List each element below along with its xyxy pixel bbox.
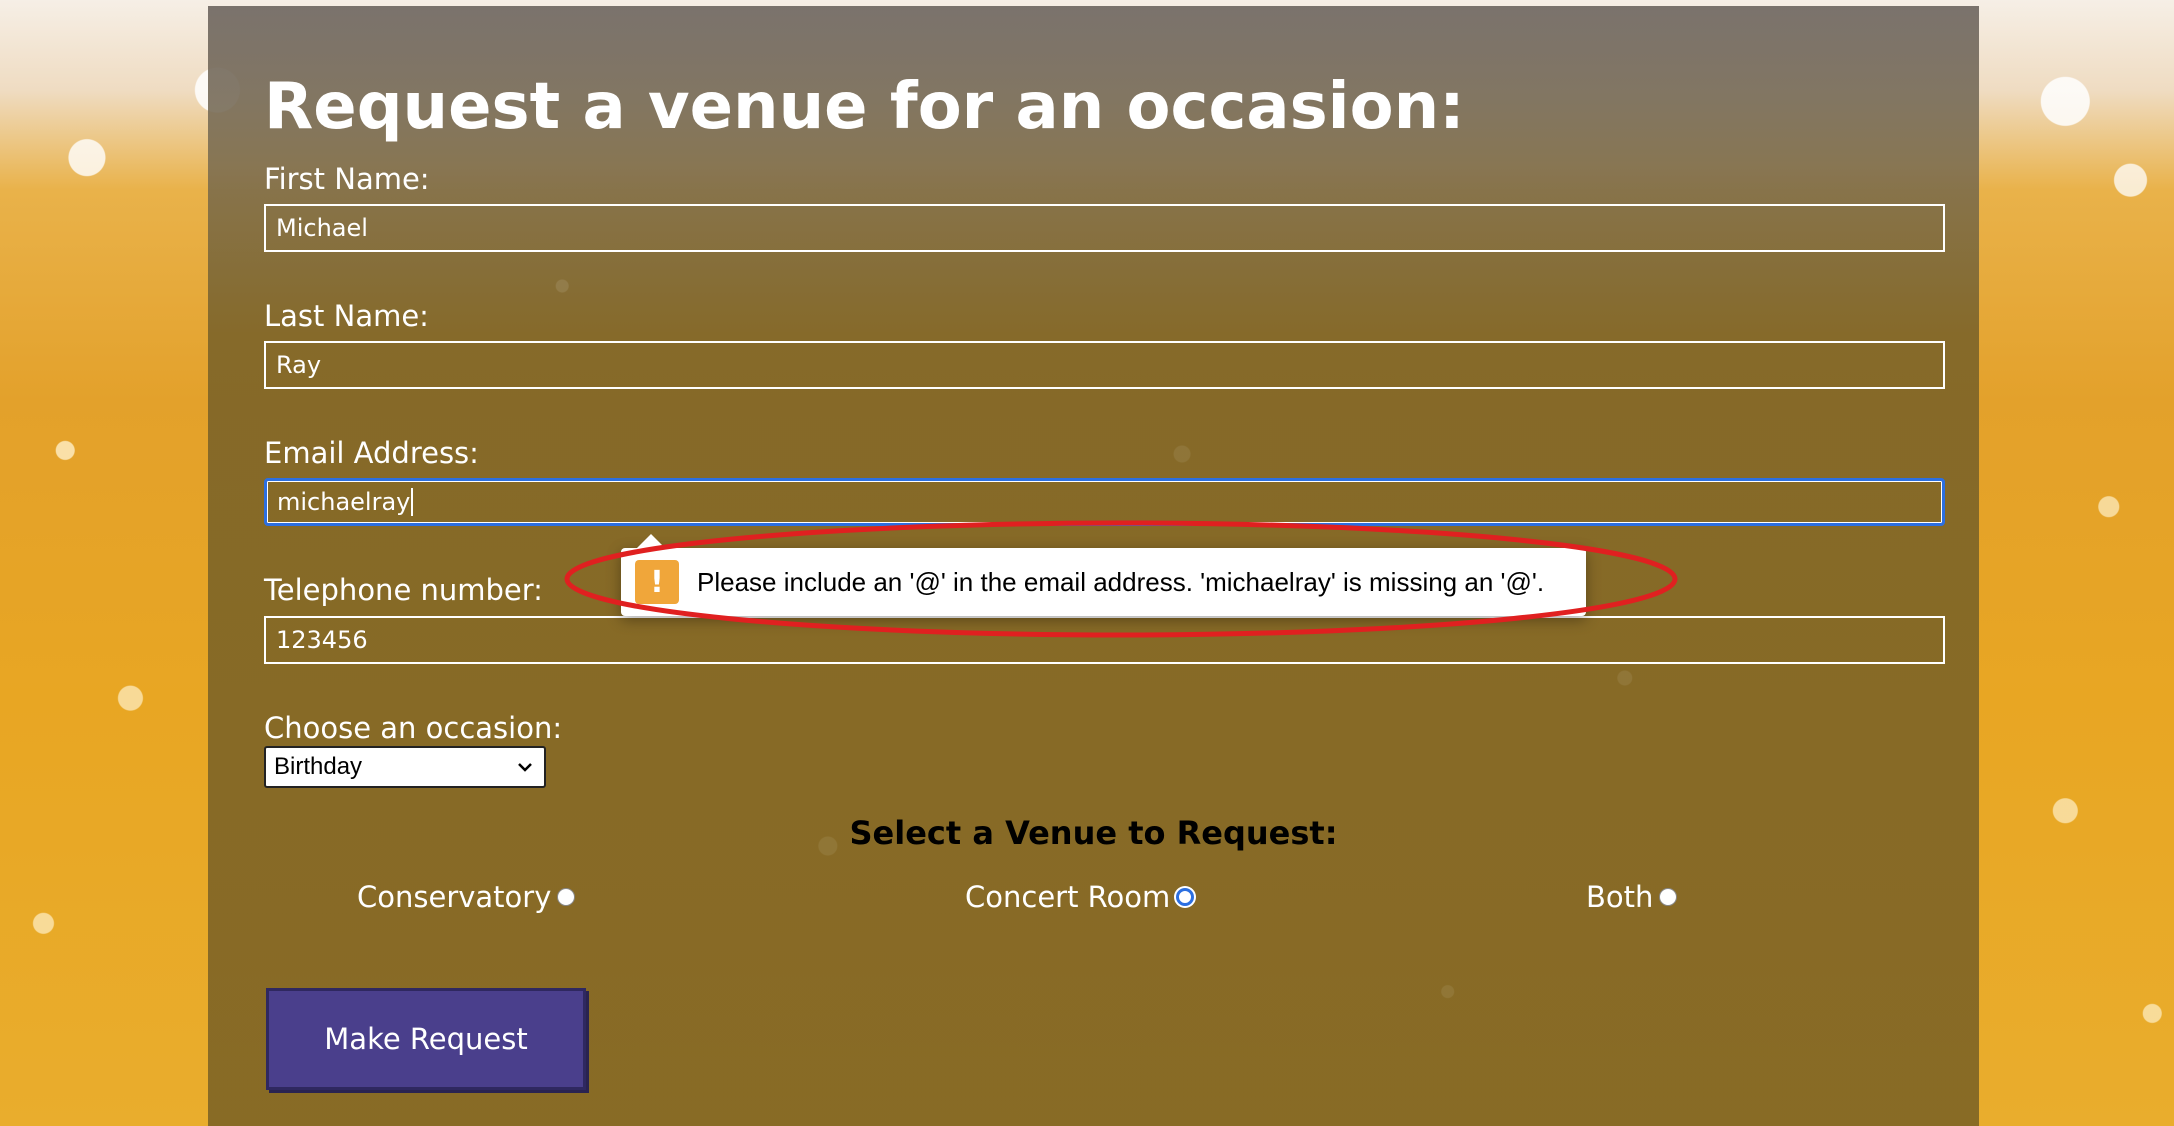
venue-option-concert-room[interactable]: Concert Room — [965, 880, 1195, 914]
tooltip-arrow — [637, 534, 665, 548]
venue-option-label: Concert Room — [965, 880, 1171, 914]
text-caret — [411, 488, 414, 516]
validation-tooltip: ! Please include an '@' in the email add… — [621, 534, 1586, 616]
email-value: michaelray — [277, 488, 411, 516]
email-label: Email Address: — [264, 436, 479, 470]
radio-button-selected[interactable] — [1176, 888, 1195, 906]
make-request-button[interactable]: Make Request — [266, 988, 586, 1090]
radio-button[interactable] — [1659, 888, 1678, 906]
last-name-value: Ray — [276, 351, 322, 379]
page-title: Request a venue for an occasion: — [264, 70, 1465, 144]
telephone-field[interactable]: 123456 — [264, 616, 1945, 664]
validation-message: Please include an '@' in the email addre… — [697, 566, 1545, 597]
venue-option-both[interactable]: Both — [1586, 880, 1678, 914]
venue-option-conservatory[interactable]: Conservatory — [357, 880, 576, 914]
venue-option-label: Both — [1586, 880, 1654, 914]
first-name-value: Michael — [276, 214, 368, 242]
chevron-down-icon — [518, 763, 532, 772]
occasion-selected-value: Birthday — [274, 753, 363, 780]
occasion-label: Choose an occasion: — [264, 711, 563, 745]
email-field[interactable]: michaelray — [264, 478, 1945, 526]
last-name-field[interactable]: Ray — [264, 341, 1945, 389]
telephone-label: Telephone number: — [264, 573, 543, 607]
first-name-label: First Name: — [264, 162, 430, 196]
radio-button[interactable] — [557, 888, 576, 906]
venue-heading: Select a Venue to Request: — [849, 814, 1338, 852]
telephone-value: 123456 — [276, 626, 368, 654]
first-name-field[interactable]: Michael — [264, 204, 1945, 252]
warning-icon: ! — [635, 560, 679, 604]
venue-option-label: Conservatory — [357, 880, 552, 914]
last-name-label: Last Name: — [264, 299, 429, 333]
occasion-select[interactable]: Birthday — [264, 746, 546, 788]
